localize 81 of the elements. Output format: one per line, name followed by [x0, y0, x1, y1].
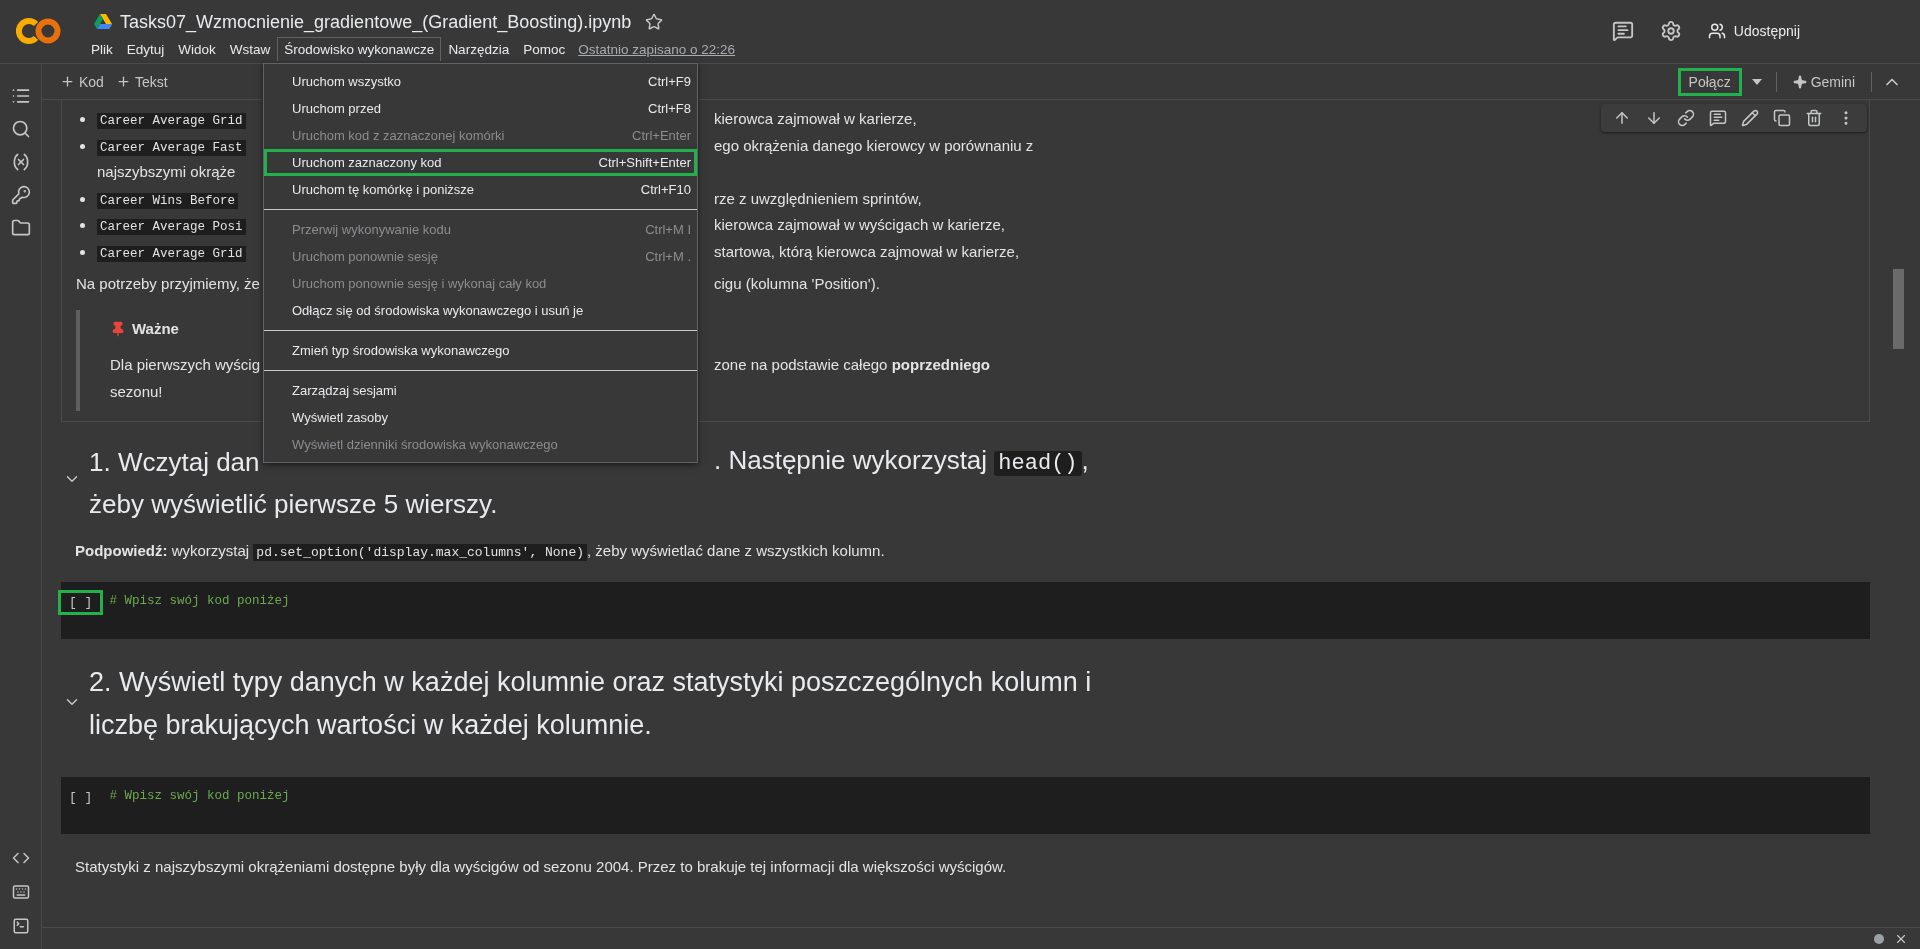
menu-item[interactable]: Uruchom zaznaczony kod Ctrl+Shift+Enter — [264, 149, 697, 176]
bullet-icon — [80, 223, 85, 228]
menu-tab[interactable]: Widok — [171, 36, 223, 62]
bullet-icon — [80, 117, 85, 122]
callout-text: sezonu! — [110, 382, 163, 400]
paragraph-text: Na potrzeby przyjmiemy, że — [76, 275, 260, 292]
key-icon[interactable] — [10, 185, 31, 205]
plus-icon — [115, 74, 131, 89]
copy-icon[interactable] — [1773, 109, 1791, 127]
menu-item[interactable]: Uruchom tę komórkę i poniższe Ctrl+F10 — [264, 176, 697, 203]
heading-text: 1. Wczytaj dan — [89, 447, 260, 477]
notebook-title[interactable]: Tasks07_Wzmocnienie_gradientowe_(Gradient_Boosting).ipynb — [120, 11, 632, 33]
code-chip: Career Average Grid — [97, 113, 246, 129]
plus-icon — [60, 74, 75, 89]
menu-item[interactable]: Wyświetl zasoby — [264, 404, 697, 431]
bullet-text: kierowca zajmował w karierze, — [714, 109, 917, 129]
pencil-icon[interactable] — [1741, 109, 1759, 127]
drive-icon — [94, 14, 112, 30]
folder-icon[interactable] — [10, 218, 31, 238]
menu-tab[interactable]: Plik — [84, 36, 120, 62]
menu-tab[interactable]: Wstaw — [222, 36, 278, 62]
run-button[interactable]: [ ] — [58, 785, 104, 810]
callout-title: Ważne — [132, 318, 179, 339]
menu-item[interactable]: Zmień typ środowiska wykonawczego — [264, 337, 697, 364]
add-text-button[interactable]: Tekst — [109, 73, 174, 90]
bullet-text: startowa, którą kierowca zajmował w karierze, — [714, 241, 1020, 262]
bullet-text: kierowca zajmował w wyścigach w karierze, — [714, 215, 1005, 235]
link-icon[interactable] — [1677, 109, 1695, 127]
logo — [16, 18, 62, 44]
code-cell[interactable]: [ ] # Wpisz swój kod poniżej — [61, 777, 1870, 834]
callout-text: Dla pierwszych wyścig — [110, 356, 261, 373]
add-code-button[interactable]: Kod — [54, 73, 110, 90]
dropdown-icon[interactable] — [1751, 78, 1762, 85]
code-chip: Career Average Posi — [97, 219, 246, 235]
menu-tab[interactable]: Edytuj — [119, 36, 172, 62]
list-icon[interactable] — [10, 86, 31, 106]
terminal-icon[interactable] — [11, 917, 30, 935]
heading-text: 2. Wyświetl typy danych w każdej kolumnie oraz statystyki poszczególnych kolumn i liczbę brakujących wartości w każdej kolumnie. — [89, 666, 1093, 742]
menu-item[interactable]: Uruchom wszystko Ctrl+F9 — [264, 68, 697, 95]
share-button[interactable]: Udostępnij — [1707, 22, 1800, 40]
code-chip: Career Average Grid — [97, 245, 246, 262]
search-icon[interactable] — [10, 119, 31, 139]
menu-item[interactable]: Zarządzaj sesjami — [264, 377, 697, 404]
heading-text: . Następnie wykorzystaj head(), — [714, 444, 1089, 478]
menu-tab[interactable]: Narzędzia — [441, 36, 517, 62]
code-cell[interactable]: [ ] # Wpisz swój kod poniżej — [61, 582, 1870, 639]
code-chip: Career Average Fast — [97, 139, 246, 156]
comment-icon[interactable] — [1611, 20, 1634, 42]
scrollbar[interactable] — [1893, 269, 1904, 349]
bullet-icon — [80, 249, 85, 255]
code-comment: # Wpisz swój kod poniżej — [109, 594, 290, 608]
star-icon[interactable] — [645, 13, 664, 31]
bullet-icon — [80, 196, 85, 202]
sparkle-icon — [1792, 74, 1807, 89]
heading-text: żeby wyświetlić pierwsze 5 wierszy. — [89, 488, 499, 521]
bullet-icon — [80, 143, 85, 149]
menu-tab[interactable]: Środowisko wykonawcze — [277, 37, 442, 61]
menu-item[interactable]: Odłącz się od środowiska wykonawczego i usuń je — [264, 297, 697, 324]
code-chip: Career Wins Before — [97, 192, 239, 209]
last-saved-link[interactable]: Ostatnio zapisano o 22:26 — [578, 41, 736, 57]
people-icon — [1707, 22, 1726, 40]
hint-text: Podpowiedź: wykorzystaj pd.set_option('display.max_columns', None) , żeby wyświetlać dane z wszystkich kolumn. — [74, 542, 886, 562]
connect-button[interactable]: Połącz — [1677, 67, 1742, 96]
paragraph-text: cigu (kolumna 'Position'). — [714, 274, 880, 294]
callout-text: zone na podstawie całego poprzedniego — [714, 355, 990, 375]
code-comment: # Wpisz swój kod poniżej — [109, 789, 290, 803]
bullet-text: najszybszymi okrąże — [97, 162, 236, 182]
bullet-text: rze z uwzględnieniem sprintów, — [714, 188, 922, 209]
bullet-text: ego okrążenia danego kierowcy w porównaniu z — [714, 135, 1034, 156]
menu-tab[interactable]: Pomoc — [516, 36, 573, 62]
paragraph-text: Statystyki z najszybszymi okrążeniami dostępne były dla wyścigów od sezonu 2004. Przez to brakuje tej informacji dla większości wyścigów. — [75, 858, 1008, 875]
keyboard-icon[interactable] — [11, 883, 30, 901]
trash-icon[interactable] — [1805, 109, 1823, 127]
status-dot-icon — [1874, 933, 1884, 944]
settings-icon[interactable] — [1659, 20, 1682, 42]
comment-icon[interactable] — [1709, 109, 1727, 127]
gemini-button[interactable]: Gemini — [1786, 73, 1861, 90]
menu-item[interactable]: Uruchom przed Ctrl+F8 — [264, 95, 697, 122]
pin-icon — [110, 320, 126, 337]
arrow-down-icon[interactable] — [1645, 109, 1663, 127]
run-button[interactable]: [ ] — [58, 590, 104, 615]
